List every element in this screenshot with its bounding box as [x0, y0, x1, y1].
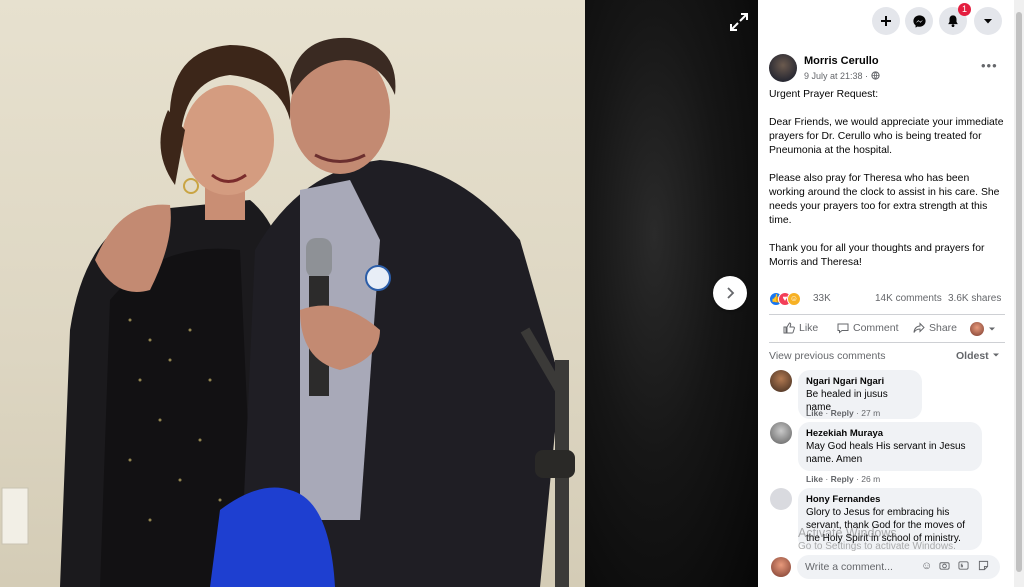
caret-down-icon	[984, 19, 992, 24]
caret-down-icon	[989, 327, 995, 331]
commenter-avatar[interactable]	[770, 370, 792, 392]
comment-text: Glory to Jesus for embracing his servant…	[806, 507, 965, 544]
like-button[interactable]: Like	[783, 322, 818, 334]
comment-sort-dropdown[interactable]: Oldest	[956, 350, 1000, 362]
create-button[interactable]	[872, 7, 900, 35]
comment-reply-link[interactable]: Reply	[831, 474, 854, 484]
notifications-button[interactable]: 1	[939, 3, 971, 35]
comment-button[interactable]: Comment	[837, 322, 899, 334]
comment-bubble: Hezekiah Muraya May God heals His servan…	[798, 422, 982, 471]
react-as-selector[interactable]	[970, 322, 996, 336]
comment-icon	[837, 323, 849, 334]
comment-time[interactable]: 27 m	[861, 408, 880, 418]
comment-like-link[interactable]: Like	[806, 474, 823, 484]
view-previous-comments[interactable]: View previous comments	[769, 350, 886, 362]
care-reaction-icon: ☺	[787, 292, 801, 306]
gif-icon[interactable]	[958, 560, 969, 574]
commenter-name[interactable]: Hony Fernandes	[806, 493, 974, 506]
author-avatar[interactable]	[769, 54, 797, 82]
sort-label[interactable]: Oldest	[956, 350, 989, 362]
comments-count[interactable]: 14K comments	[875, 293, 942, 304]
plus-icon	[881, 16, 891, 26]
timestamp-text[interactable]: 9 July at 21:38 ·	[804, 71, 868, 81]
post-author[interactable]: Morris Cerullo	[804, 55, 879, 67]
panel-scrollbar-thumb[interactable]	[1016, 12, 1022, 572]
post-body: Urgent Prayer Request: Dear Friends, we …	[769, 89, 1004, 268]
messenger-button[interactable]	[905, 7, 933, 35]
messenger-icon	[912, 14, 926, 28]
sticker-icon[interactable]	[978, 560, 989, 574]
shares-count[interactable]: 3.6K shares	[948, 293, 1001, 304]
comment-time[interactable]: 26 m	[861, 474, 880, 484]
like-label[interactable]: Like	[799, 322, 818, 334]
user-avatar[interactable]	[771, 557, 791, 577]
top-navigation: 1	[758, 0, 1014, 43]
emoji-icon[interactable]: ☺	[921, 560, 932, 572]
share-label[interactable]: Share	[929, 322, 957, 334]
comment-like-link[interactable]: Like	[806, 408, 823, 418]
photo-viewer	[0, 0, 758, 587]
comment-text: May God heals His servant in Jesus name.…	[806, 441, 966, 465]
photo-illustration	[1, 37, 575, 587]
comment-reply-link[interactable]: Reply	[831, 408, 854, 418]
divider	[769, 342, 1005, 343]
account-menu-button[interactable]	[974, 7, 1002, 35]
bell-icon	[948, 15, 958, 28]
commenter-name[interactable]: Hezekiah Muraya	[806, 427, 974, 440]
chevron-right-icon	[727, 287, 735, 299]
thumbs-up-icon	[783, 322, 795, 334]
post-timestamp[interactable]: 9 July at 21:38 ·	[804, 71, 880, 81]
fullscreen-icon[interactable]	[727, 10, 751, 34]
divider	[769, 314, 1005, 315]
reaction-count[interactable]: 33K	[813, 293, 831, 304]
next-photo-button[interactable]	[713, 276, 747, 310]
commenter-avatar[interactable]	[770, 422, 792, 444]
commenter-avatar[interactable]	[770, 488, 792, 510]
more-options-icon[interactable]: •••	[981, 58, 998, 73]
notification-count-badge: 1	[958, 3, 971, 16]
caret-down-icon	[992, 353, 999, 357]
share-button[interactable]: Share	[913, 322, 957, 334]
comment-label[interactable]: Comment	[853, 322, 899, 334]
camera-icon[interactable]	[939, 560, 950, 574]
post-photo[interactable]	[0, 0, 585, 587]
comment-meta: Like · Reply · 27 m	[806, 408, 881, 418]
comment-bubble: Hony Fernandes Glory to Jesus for embrac…	[798, 488, 982, 550]
comment-input[interactable]: Write a comment...	[797, 555, 1000, 579]
reactions-summary[interactable]: 👍 ♥ ☺ 33K 14K comments 3.6K shares	[769, 292, 1005, 308]
commenter-name[interactable]: Ngari Ngari Ngari	[806, 375, 914, 388]
user-avatar-small	[970, 322, 984, 336]
share-icon	[913, 322, 925, 333]
comment-meta: Like · Reply · 26 m	[806, 474, 881, 484]
globe-icon	[870, 71, 880, 80]
